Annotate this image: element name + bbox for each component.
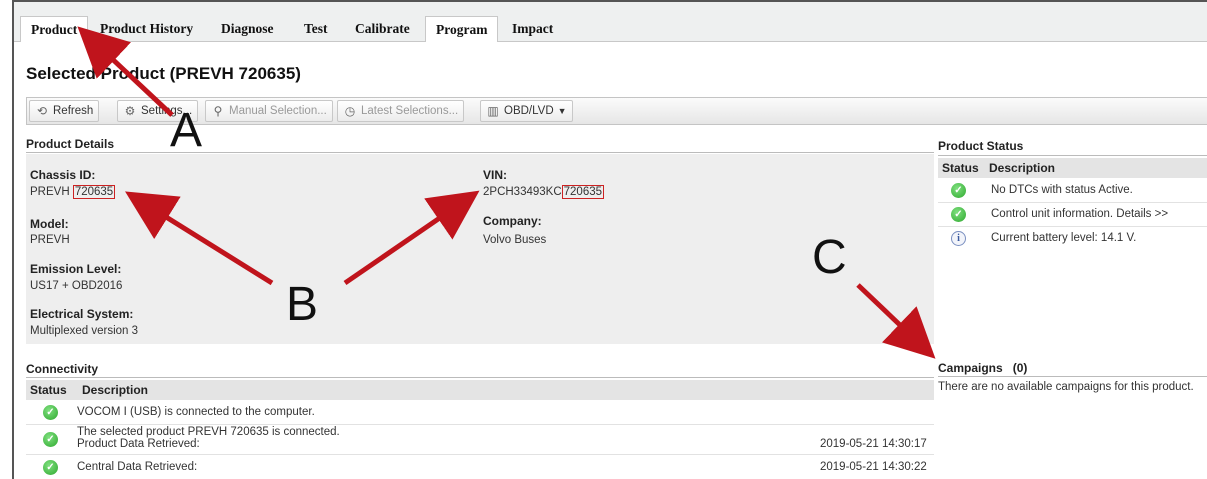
divider	[938, 155, 1207, 156]
campaigns-heading: Campaigns (0)	[938, 361, 1027, 375]
manual-selection-label: Manual Selection...	[229, 105, 327, 117]
app-window: Product Product History Diagnose Test Ca…	[12, 0, 1207, 479]
status-column-header: Status	[30, 383, 67, 397]
row-divider	[26, 424, 934, 425]
tab-diagnose[interactable]: Diagnose	[221, 16, 274, 42]
emission-label: Emission Level:	[30, 262, 122, 276]
row-divider	[938, 226, 1207, 227]
campaigns-message: There are no available campaigns for thi…	[938, 381, 1194, 393]
emission-value: US17 + OBD2016	[30, 280, 123, 292]
divider	[938, 376, 1207, 377]
obd-label: OBD/LVD	[504, 105, 554, 117]
description-column-header: Description	[82, 383, 149, 397]
chevron-down-icon: ▼	[557, 106, 567, 116]
status-description[interactable]: Control unit information. Details >>	[991, 208, 1168, 220]
tab-test[interactable]: Test	[304, 16, 328, 42]
tab-product-history[interactable]: Product History	[100, 16, 193, 42]
latest-selections-button[interactable]: ◷ Latest Selections...	[337, 100, 465, 122]
status-column-header: Status	[942, 161, 979, 175]
refresh-icon: ⟲	[36, 104, 48, 118]
electrical-value: Multiplexed version 3	[30, 325, 139, 337]
check-icon: ✓	[951, 207, 966, 222]
callout-a: A	[170, 104, 203, 157]
vin-label: VIN:	[483, 168, 507, 182]
chassis-id-label: Chassis ID:	[30, 168, 96, 182]
check-icon: ✓	[43, 432, 58, 447]
row-divider	[938, 202, 1207, 203]
info-icon: i	[951, 231, 966, 246]
vin-prefix: 2PCH33493KC	[483, 186, 562, 198]
product-details-panel: Chassis ID: PREVH 720635 Model: PREVH Em…	[26, 154, 934, 344]
latest-selections-label: Latest Selections...	[361, 105, 459, 117]
status-description: No DTCs with status Active.	[991, 184, 1133, 196]
connectivity-timestamp: 2019-05-21 14:30:22	[820, 461, 927, 473]
check-icon: ✓	[43, 405, 58, 420]
tab-calibrate[interactable]: Calibrate	[355, 16, 410, 42]
connectivity-timestamp: 2019-05-21 14:30:17	[820, 438, 927, 450]
chassis-id-number: 720635	[72, 185, 116, 199]
company-label: Company:	[483, 214, 542, 228]
connectivity-description: VOCOM I (USB) is connected to the comput…	[77, 406, 315, 418]
callout-b: B	[286, 278, 319, 331]
clock-icon: ◷	[344, 104, 356, 118]
connectivity-description: The selected product PREVH 720635 is con…	[77, 426, 340, 438]
tab-bar: Product Product History Diagnose Test Ca…	[14, 2, 1207, 42]
callout-c: C	[812, 231, 847, 284]
model-value: PREVH	[30, 234, 70, 246]
product-status-header: Status Description	[938, 158, 1207, 178]
page-title: Selected Product (PREVH 720635)	[26, 64, 301, 83]
divider	[26, 152, 934, 153]
vin-value: 2PCH33493KC 720635	[483, 185, 605, 199]
connectivity-heading: Connectivity	[26, 362, 99, 376]
electrical-label: Electrical System:	[30, 307, 134, 321]
gear-icon: ⚙	[124, 104, 136, 118]
refresh-label: Refresh	[53, 105, 94, 117]
product-details-heading: Product Details	[26, 137, 115, 151]
check-icon: ✓	[43, 460, 58, 475]
chart-icon: ▥	[487, 104, 499, 118]
vin-suffix: 720635	[561, 185, 605, 199]
campaigns-title: Campaigns	[938, 361, 1003, 375]
company-value: Volvo Buses	[483, 234, 547, 246]
manual-selection-button[interactable]: ⚲ Manual Selection...	[205, 100, 333, 122]
refresh-button[interactable]: ⟲ Refresh	[29, 100, 100, 122]
chassis-id-value: PREVH 720635	[30, 185, 116, 199]
search-icon: ⚲	[213, 104, 223, 118]
chassis-id-prefix: PREVH	[30, 186, 70, 198]
tab-impact[interactable]: Impact	[512, 16, 553, 42]
row-divider	[26, 454, 934, 455]
divider	[26, 377, 934, 378]
connectivity-header: Status Description	[26, 380, 934, 400]
tab-program[interactable]: Program	[425, 16, 499, 42]
status-description: Current battery level: 14.1 V.	[991, 232, 1137, 244]
product-status-heading: Product Status	[938, 139, 1024, 153]
connectivity-description: Central Data Retrieved:	[77, 461, 198, 473]
check-icon: ✓	[951, 183, 966, 198]
campaigns-count: (0)	[1012, 361, 1028, 375]
obd-dropdown[interactable]: ▥ OBD/LVD ▼	[480, 100, 573, 122]
toolbar: ⟲ Refresh ⚙ Settings... ⚲ Manual Selecti…	[26, 97, 1207, 125]
tab-product[interactable]: Product	[20, 16, 89, 42]
description-column-header: Description	[989, 161, 1056, 175]
model-label: Model:	[30, 217, 69, 231]
connectivity-subtext: Product Data Retrieved:	[77, 438, 200, 450]
